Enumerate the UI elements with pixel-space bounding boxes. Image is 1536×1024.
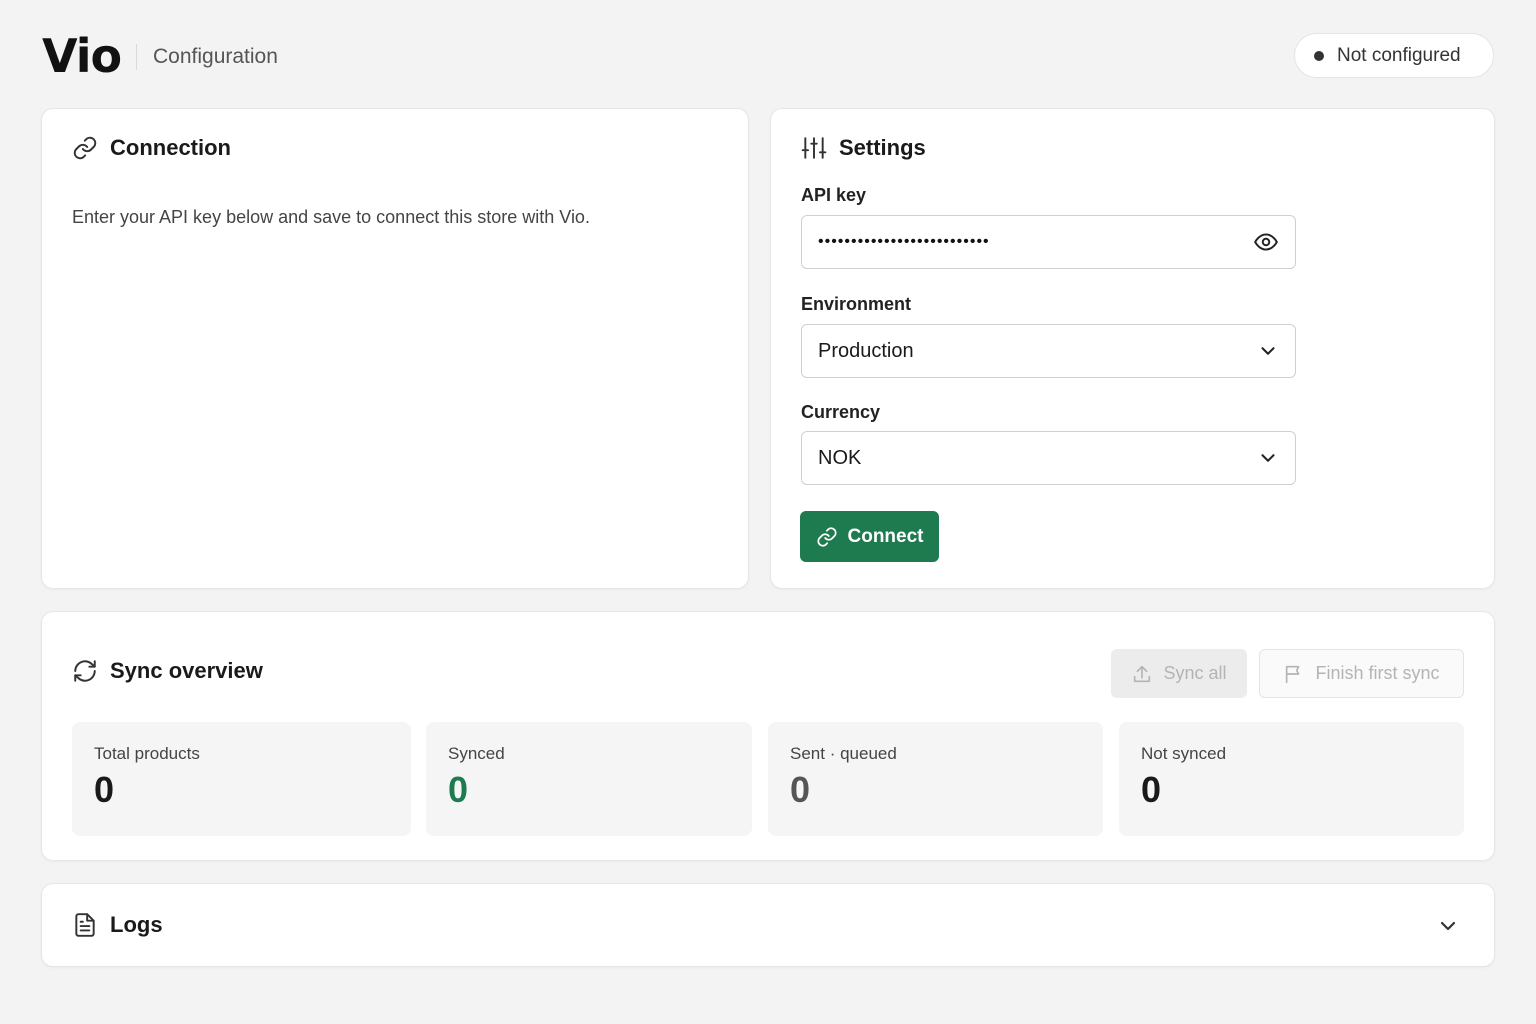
flag-icon <box>1286 665 1300 683</box>
connect-button[interactable]: Connect <box>800 511 939 562</box>
stat-label: Total products <box>94 744 200 763</box>
status-badge: Not configured <box>1294 33 1494 78</box>
api-key-value: •••••••••••••••••••••••••• <box>818 233 990 250</box>
sync-overview-card: Sync overview Sync all Finish first sync… <box>41 611 1495 861</box>
header: Vio Configuration Not configured <box>42 30 1494 82</box>
chevron-down-icon[interactable] <box>1436 914 1460 938</box>
currency-value: NOK <box>818 446 862 469</box>
stat-not-synced: Not synced 0 <box>1119 722 1464 836</box>
stat-value: 0 <box>1141 769 1162 810</box>
vio-logo: Vio <box>42 29 122 83</box>
upload-icon <box>1134 665 1151 682</box>
sync-title: Sync overview <box>110 658 263 683</box>
eye-icon[interactable] <box>1253 229 1279 255</box>
connection-title: Connection <box>110 135 231 160</box>
api-key-label: API key <box>801 185 867 205</box>
sync-all-button[interactable]: Sync all <box>1111 649 1247 698</box>
page-title: Configuration <box>153 45 278 68</box>
stat-label: Not synced <box>1141 744 1227 763</box>
document-icon <box>75 913 95 937</box>
connect-button-label: Connect <box>847 525 924 547</box>
stat-total-products: Total products 0 <box>72 722 411 836</box>
stat-sent-queued: Sent · queued 0 <box>768 722 1103 836</box>
stat-label: Sent · queued <box>790 744 897 763</box>
sliders-icon <box>801 137 827 159</box>
header-divider <box>136 44 137 70</box>
settings-title: Settings <box>839 135 926 160</box>
connection-description: Enter your API key below and save to con… <box>72 207 590 227</box>
stat-value: 0 <box>94 769 115 810</box>
status-dot-icon <box>1314 50 1324 61</box>
settings-card: Settings API key •••••••••••••••••••••••… <box>770 108 1495 589</box>
settings-card-header: Settings <box>801 135 926 161</box>
link-icon <box>73 136 97 160</box>
connection-card: Connection Enter your API key below and … <box>41 108 749 589</box>
link-icon <box>816 526 837 547</box>
currency-label: Currency <box>801 402 881 422</box>
api-key-field[interactable]: •••••••••••••••••••••••••• <box>801 215 1296 269</box>
stat-label: Synced <box>448 744 505 763</box>
sync-card-header: Sync overview <box>72 658 263 684</box>
logs-title: Logs <box>110 912 163 937</box>
finish-first-sync-label: Finish first sync <box>1315 663 1440 683</box>
stat-synced: Synced 0 <box>426 722 752 836</box>
stat-value: 0 <box>790 769 811 810</box>
environment-select[interactable]: Production <box>801 324 1296 378</box>
sync-all-label: Sync all <box>1163 663 1227 683</box>
connection-card-header: Connection <box>72 135 231 161</box>
logs-card-header[interactable]: Logs <box>72 912 163 938</box>
finish-first-sync-button[interactable]: Finish first sync <box>1259 649 1464 698</box>
logs-card[interactable]: Logs <box>41 883 1495 967</box>
refresh-icon <box>74 660 96 682</box>
status-text: Not configured <box>1337 44 1461 66</box>
chevron-down-icon <box>1261 454 1275 462</box>
currency-select[interactable]: NOK <box>801 431 1296 485</box>
environment-label: Environment <box>801 294 912 314</box>
environment-value: Production <box>818 339 914 362</box>
stat-value: 0 <box>448 769 469 810</box>
chevron-down-icon <box>1261 347 1275 355</box>
